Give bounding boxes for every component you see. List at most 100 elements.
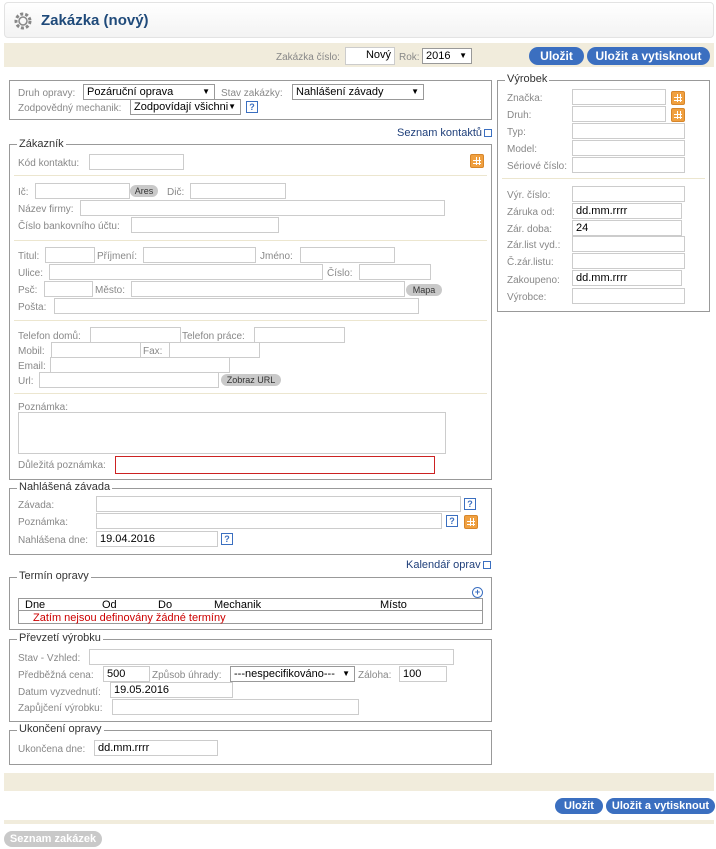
kind-input[interactable] [572, 106, 666, 122]
ares-button[interactable]: Ares [130, 185, 158, 197]
price-input[interactable]: 500 [103, 666, 150, 682]
house-number-label: Číslo: [327, 268, 353, 279]
defect-picker-icon[interactable] [464, 515, 478, 529]
prod-number-input[interactable] [572, 186, 685, 202]
name-input[interactable] [300, 247, 395, 263]
save-button[interactable]: Uložit [555, 798, 603, 814]
add-term-icon[interactable]: + [472, 587, 483, 598]
repair-type-label: Druh opravy: [18, 88, 76, 99]
deposit-label: Záloha: [358, 670, 392, 681]
type-input[interactable] [572, 123, 685, 139]
warranty-period-input[interactable]: 24 [572, 220, 682, 236]
mobile-label: Mobil: [18, 346, 45, 357]
bottom-band [4, 773, 714, 791]
show-url-button[interactable]: Zobraz URL [221, 374, 281, 386]
condition-label: Stav - Vzhled: [18, 653, 81, 664]
post-input[interactable] [54, 298, 419, 314]
save-print-button[interactable]: Uložit a vytisknout [606, 798, 715, 814]
loan-input[interactable] [112, 699, 359, 715]
year-select[interactable]: 2016 ▼ [422, 48, 472, 64]
divider [14, 240, 487, 241]
manufacturer-input[interactable] [572, 288, 685, 304]
title-input[interactable] [45, 247, 95, 263]
street-input[interactable] [49, 264, 323, 280]
surname-input[interactable] [143, 247, 256, 263]
kind-picker-icon[interactable] [671, 108, 685, 122]
pickup-date-label: Datum vyzvednutí: [18, 687, 101, 698]
warranty-from-label: Záruka od: [507, 207, 555, 218]
contacts-link[interactable]: Seznam kontaktů [397, 127, 492, 139]
city-input[interactable] [131, 281, 405, 297]
ic-input[interactable] [35, 183, 130, 199]
map-button[interactable]: Mapa [406, 284, 442, 296]
dic-label: Dič: [167, 187, 185, 198]
save-button[interactable]: Uložit [529, 47, 584, 65]
order-status-label: Stav zakázky: [221, 88, 283, 99]
brand-input[interactable] [572, 89, 666, 105]
orders-list-button[interactable]: Seznam zakázek [4, 831, 102, 847]
serial-input[interactable] [572, 157, 685, 173]
name-label: Jméno: [260, 251, 293, 262]
warranty-issued-input[interactable] [572, 236, 685, 252]
zip-input[interactable] [44, 281, 93, 297]
url-input[interactable] [39, 372, 219, 388]
warranty-number-input[interactable] [572, 253, 685, 269]
condition-input[interactable] [89, 649, 454, 665]
house-number-input[interactable] [359, 264, 431, 280]
fax-input[interactable] [169, 342, 260, 358]
external-link-icon [484, 129, 492, 137]
important-note-label: Důležitá poznámka: [18, 460, 106, 471]
col-mechanic: Mechanik [214, 599, 262, 611]
dic-input[interactable] [190, 183, 286, 199]
pickup-date-input[interactable]: 19.05.2016 [110, 682, 233, 698]
mobile-input[interactable] [51, 342, 141, 358]
warranty-from-input[interactable]: dd.mm.rrrr [572, 203, 682, 219]
contact-picker-icon[interactable] [470, 154, 484, 168]
post-label: Pošta: [18, 302, 47, 313]
phone-home-input[interactable] [90, 327, 181, 343]
help-icon[interactable]: ? [221, 533, 233, 545]
warranty-period-label: Zár. doba: [507, 224, 553, 235]
chevron-down-icon: ▼ [228, 102, 236, 111]
email-input[interactable] [50, 357, 230, 373]
note-textarea[interactable] [18, 412, 446, 454]
contact-code-input[interactable] [89, 154, 184, 170]
defect-note-input[interactable] [96, 513, 442, 529]
order-status-select[interactable]: Nahlášení závady ▼ [292, 84, 424, 100]
calendar-link-text: Kalendář oprav [406, 559, 481, 571]
url-label: Url: [18, 376, 34, 387]
chevron-down-icon: ▼ [411, 87, 419, 96]
help-icon[interactable]: ? [246, 101, 258, 113]
model-input[interactable] [572, 140, 685, 156]
defect-input[interactable] [96, 496, 461, 512]
purchased-value: dd.mm.rrrr [576, 272, 628, 284]
help-icon[interactable]: ? [464, 498, 476, 510]
reported-date-input[interactable]: 19.04.2016 [96, 531, 218, 547]
repair-type-select[interactable]: Pozáruční oprava ▼ [83, 84, 215, 100]
save-print-button[interactable]: Uložit a vytisknout [587, 47, 710, 65]
bank-account-label: Číslo bankovního účtu: [18, 221, 120, 232]
schedule-legend: Termín opravy [17, 570, 91, 582]
divider [14, 320, 487, 321]
brand-picker-icon[interactable] [671, 91, 685, 105]
price-value: 500 [107, 668, 126, 680]
calendar-link[interactable]: Kalendář oprav [406, 559, 491, 571]
important-note-input[interactable] [115, 456, 435, 474]
completed-date-input[interactable]: dd.mm.rrrr [94, 740, 218, 756]
mechanic-select[interactable]: Zodpovídají všichni ▼ [130, 99, 241, 115]
phone-work-input[interactable] [254, 327, 345, 343]
warranty-period-value: 24 [576, 222, 589, 234]
order-number-field[interactable]: Nový [345, 47, 395, 65]
help-icon[interactable]: ? [446, 515, 458, 527]
title-bar: Zakázka (nový) [4, 2, 714, 38]
deposit-value: 100 [403, 668, 422, 680]
bank-account-input[interactable] [131, 217, 279, 233]
company-input[interactable] [80, 200, 445, 216]
model-label: Model: [507, 144, 538, 155]
type-label: Typ: [507, 127, 526, 138]
street-label: Ulice: [18, 268, 44, 279]
payment-select[interactable]: ---nespecifikováno--- ▼ [230, 666, 355, 682]
deposit-input[interactable]: 100 [399, 666, 447, 682]
purchased-input[interactable]: dd.mm.rrrr [572, 270, 682, 286]
warranty-number-label: Č.zár.listu: [507, 257, 554, 268]
